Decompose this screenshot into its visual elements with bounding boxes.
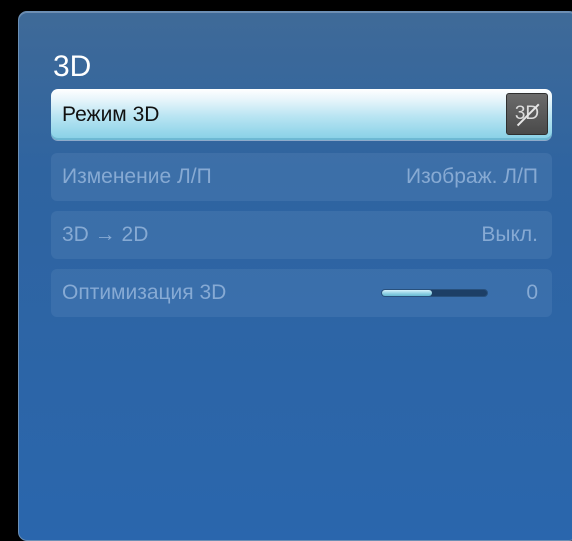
menu-item-label: 3D → 2D bbox=[62, 223, 149, 246]
menu-item-lr-change[interactable]: Изменение Л/П Изображ. Л/П bbox=[51, 153, 552, 201]
3d-off-icon: 3D bbox=[506, 93, 548, 135]
menu-item-3d-to-2d[interactable]: 3D → 2D Выкл. bbox=[51, 211, 552, 259]
menu-item-value: Изображ. Л/П bbox=[406, 165, 538, 188]
panel-title: 3D bbox=[53, 50, 92, 83]
menu-panel: 3D Режим 3D 3D Изменение Л/П Изображ. Л/… bbox=[18, 11, 572, 541]
menu-item-label: Изменение Л/П bbox=[62, 165, 212, 188]
menu-item-value: Выкл. bbox=[481, 223, 538, 246]
menu-item-3d-mode[interactable]: Режим 3D 3D bbox=[51, 89, 552, 140]
optimization-slider[interactable] bbox=[381, 289, 488, 297]
slider-fill bbox=[382, 290, 433, 296]
menu-item-3d-optimization[interactable]: Оптимизация 3D 0 bbox=[51, 269, 552, 317]
menu-item-value: 0 bbox=[526, 281, 538, 304]
menu-item-label: Режим 3D bbox=[62, 103, 160, 126]
menu-item-label: Оптимизация 3D bbox=[62, 281, 227, 304]
